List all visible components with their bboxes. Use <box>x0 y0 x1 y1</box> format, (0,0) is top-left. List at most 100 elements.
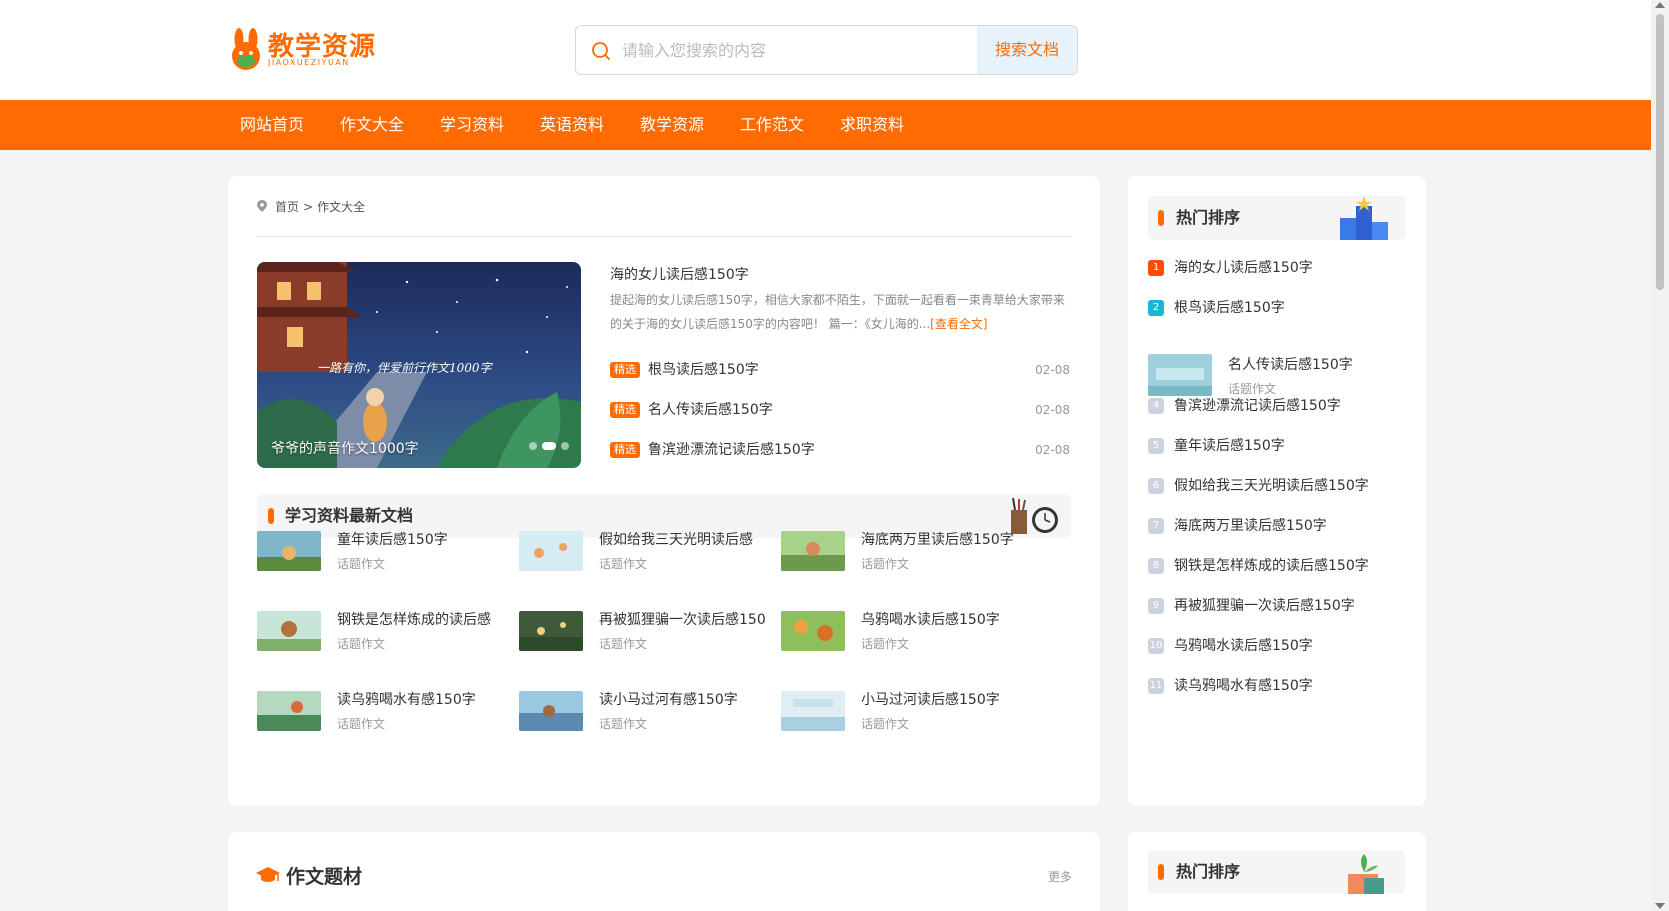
featured-title[interactable]: 海的女儿读后感150字 <box>610 264 749 284</box>
clock-pencils-icon <box>1011 497 1058 534</box>
rank-title[interactable]: 假如给我三天光明读后感150字 <box>1174 476 1369 496</box>
hot-rank-item[interactable]: 5 童年读后感150字 <box>1148 436 1408 456</box>
search-icon <box>592 42 610 60</box>
search-input[interactable] <box>622 26 952 74</box>
accent-bar <box>1158 210 1164 226</box>
doc-item[interactable]: 乌鸦喝水读后感150字 话题作文 <box>781 611 1041 655</box>
breadcrumb-current[interactable]: 作文大全 <box>317 200 365 214</box>
doc-item[interactable]: 童年读后感150字 话题作文 <box>257 531 517 575</box>
hot-rank-item[interactable]: 4 鲁滨逊漂流记读后感150字 <box>1148 396 1408 416</box>
doc-tag: 话题作文 <box>599 637 648 651</box>
rank-thumbnail <box>1148 354 1212 396</box>
plant-box-icon <box>1348 854 1384 894</box>
picked-item[interactable]: 精选 鲁滨逊漂流记读后感150字 02-08 <box>610 440 1070 460</box>
section-title: 热门排序 <box>1176 208 1241 227</box>
carousel-dot[interactable] <box>529 441 537 450</box>
nav-item-jobs[interactable]: 求职资料 <box>840 100 904 150</box>
hot-ranking-header-2: 热门排序 <box>1148 850 1406 894</box>
hot-rank-item[interactable]: 9 再被狐狸骗一次读后感150字 <box>1148 596 1408 616</box>
hot-rank-item[interactable]: 11 读乌鸦喝水有感150字 <box>1148 676 1408 696</box>
rank-number: 9 <box>1148 598 1164 614</box>
picked-badge: 精选 <box>610 402 640 418</box>
doc-tag: 话题作文 <box>861 557 910 571</box>
breadcrumb-home[interactable]: 首页 <box>275 200 299 214</box>
search-button[interactable]: 搜索文档 <box>977 26 1077 74</box>
doc-title[interactable]: 再被狐狸骗一次读后感150 <box>599 611 766 629</box>
accent-bar <box>268 508 274 524</box>
doc-item[interactable]: 读小马过河有感150字 话题作文 <box>519 691 779 735</box>
rank-featured-title[interactable]: 名人传读后感150字 <box>1228 356 1353 374</box>
section-title: 热门排序 <box>1176 862 1241 881</box>
doc-title[interactable]: 读乌鸦喝水有感150字 <box>337 691 476 709</box>
nav-item-english[interactable]: 英语资料 <box>540 100 604 150</box>
doc-item[interactable]: 海底两万里读后感150字 话题作文 <box>781 531 1041 575</box>
picked-item[interactable]: 精选 根鸟读后感150字 02-08 <box>610 360 1070 380</box>
scroll-down-arrow-icon[interactable] <box>1655 903 1665 909</box>
rank-title[interactable]: 读乌鸦喝水有感150字 <box>1174 676 1313 696</box>
rank-title[interactable]: 鲁滨逊漂流记读后感150字 <box>1174 396 1341 416</box>
doc-item[interactable]: 小马过河读后感150字 话题作文 <box>781 691 1041 735</box>
doc-thumbnail <box>519 691 583 731</box>
picked-date: 02-08 <box>1035 443 1070 457</box>
doc-item[interactable]: 再被狐狸骗一次读后感150 话题作文 <box>519 611 779 655</box>
nav-item-teaching[interactable]: 教学资源 <box>640 100 704 150</box>
doc-title[interactable]: 钢铁是怎样炼成的读后感 <box>337 611 491 629</box>
main-nav: 网站首页 作文大全 学习资料 英语资料 教学资源 工作范文 求职资料 <box>0 100 1651 150</box>
carousel-dot[interactable] <box>561 441 569 450</box>
page-scrollbar[interactable] <box>1651 0 1669 911</box>
image-carousel[interactable]: 一路有你，伴爱前行作文1000字 爷爷的声音作文1000字 <box>257 262 581 468</box>
hot-ranking-header: 热门排序 <box>1148 196 1406 240</box>
rank-number: 2 <box>1148 300 1164 316</box>
nav-item-compositions[interactable]: 作文大全 <box>340 100 404 150</box>
hot-rank-item[interactable]: 6 假如给我三天光明读后感150字 <box>1148 476 1408 496</box>
scroll-up-arrow-icon[interactable] <box>1655 2 1665 8</box>
doc-title[interactable]: 乌鸦喝水读后感150字 <box>861 611 1000 629</box>
doc-item[interactable]: 读乌鸦喝水有感150字 话题作文 <box>257 691 517 735</box>
carousel-dot-active[interactable] <box>542 441 556 450</box>
rank-featured-tag: 话题作文 <box>1228 382 1277 396</box>
doc-title[interactable]: 海底两万里读后感150字 <box>861 531 1014 549</box>
hot-rank-item[interactable]: 7 海底两万里读后感150字 <box>1148 516 1408 536</box>
rank-number: 11 <box>1148 678 1164 694</box>
hot-rank-item[interactable]: 2 根鸟读后感150字 <box>1148 298 1408 318</box>
breadcrumb-separator: > <box>303 200 314 214</box>
doc-title[interactable]: 童年读后感150字 <box>337 531 448 549</box>
rank-title[interactable]: 童年读后感150字 <box>1174 436 1285 456</box>
hot-rank-featured[interactable]: 名人传读后感150字 话题作文 <box>1148 354 1408 400</box>
hot-rank-item[interactable]: 8 钢铁是怎样炼成的读后感150字 <box>1148 556 1408 576</box>
rank-title[interactable]: 乌鸦喝水读后感150字 <box>1174 636 1313 656</box>
picked-date: 02-08 <box>1035 403 1070 417</box>
picked-title[interactable]: 鲁滨逊漂流记读后感150字 <box>648 440 815 460</box>
picked-title[interactable]: 名人传读后感150字 <box>648 400 773 420</box>
graduation-cap-icon <box>256 867 280 882</box>
rank-title[interactable]: 钢铁是怎样炼成的读后感150字 <box>1174 556 1369 576</box>
picked-badge: 精选 <box>610 442 640 458</box>
doc-tag: 话题作文 <box>599 717 648 731</box>
rank-title[interactable]: 海的女儿读后感150字 <box>1174 258 1313 278</box>
picked-item[interactable]: 精选 名人传读后感150字 02-08 <box>610 400 1070 420</box>
site-logo[interactable]: 教学资源 JIAOXUEZIYUAN <box>228 26 378 72</box>
rank-title[interactable]: 根鸟读后感150字 <box>1174 298 1285 318</box>
more-link[interactable]: 更多 <box>1048 868 1072 885</box>
picked-title[interactable]: 根鸟读后感150字 <box>648 360 759 380</box>
doc-item[interactable]: 钢铁是怎样炼成的读后感 话题作文 <box>257 611 517 655</box>
doc-thumbnail <box>781 691 845 731</box>
picked-badge: 精选 <box>610 362 640 378</box>
nav-item-study[interactable]: 学习资料 <box>440 100 504 150</box>
rank-title[interactable]: 海底两万里读后感150字 <box>1174 516 1327 536</box>
doc-item[interactable]: 假如给我三天光明读后感 话题作文 <box>519 531 779 575</box>
doc-title[interactable]: 假如给我三天光明读后感 <box>599 531 753 549</box>
nav-item-work[interactable]: 工作范文 <box>740 100 804 150</box>
doc-title[interactable]: 小马过河读后感150字 <box>861 691 1000 709</box>
doc-title[interactable]: 读小马过河有感150字 <box>599 691 738 709</box>
read-more-link[interactable]: [查看全文] <box>930 317 987 331</box>
scrollbar-thumb[interactable] <box>1656 14 1664 290</box>
nav-item-home[interactable]: 网站首页 <box>240 100 304 150</box>
doc-tag: 话题作文 <box>861 637 910 651</box>
hot-rank-item[interactable]: 1 海的女儿读后感150字 <box>1148 258 1408 278</box>
rank-title[interactable]: 再被狐狸骗一次读后感150字 <box>1174 596 1355 616</box>
rank-number: 6 <box>1148 478 1164 494</box>
rank-number: 10 <box>1148 638 1164 654</box>
location-pin-icon <box>257 200 267 212</box>
hot-rank-item[interactable]: 10 乌鸦喝水读后感150字 <box>1148 636 1408 656</box>
